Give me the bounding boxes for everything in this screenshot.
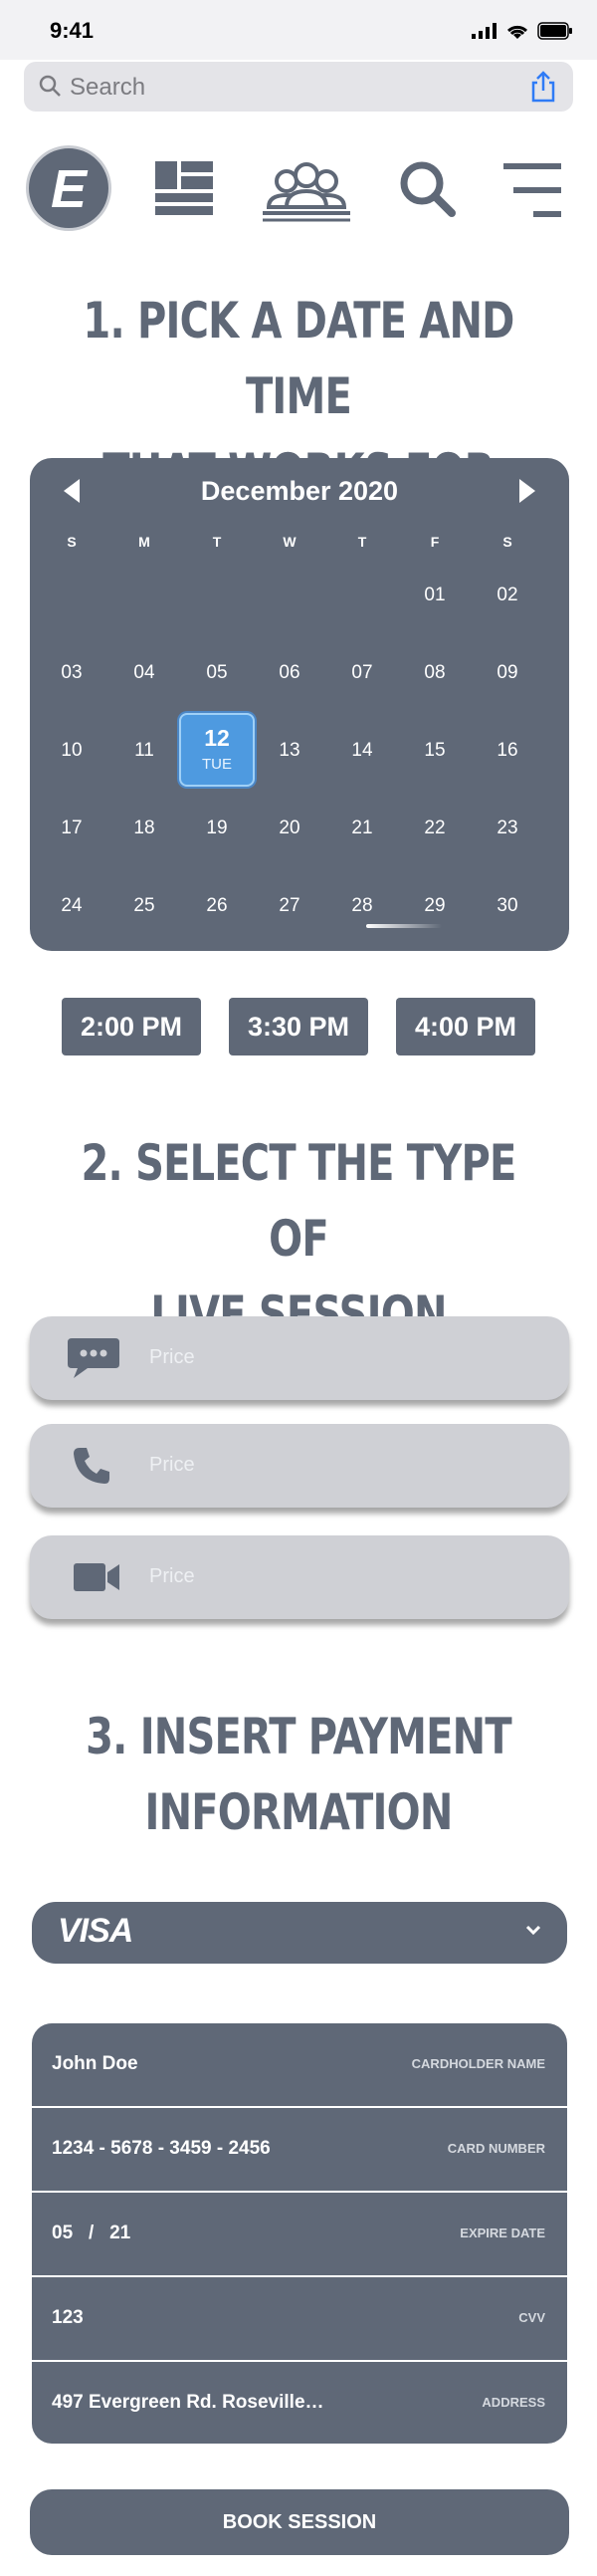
address-label: ADDRESS [482, 2395, 545, 2410]
time-slot-button[interactable]: 4:00 PM [396, 998, 535, 1055]
menu-icon[interactable] [503, 163, 561, 217]
calendar-day[interactable]: 02 [478, 585, 537, 606]
address-field[interactable]: 497 Evergreen Rd. Roseville… ADDRESS [32, 2362, 567, 2444]
video-camera-icon [74, 1563, 119, 1591]
calendar-day[interactable]: 08 [405, 662, 465, 684]
calendar-day[interactable]: 21 [332, 818, 392, 839]
calendar-day[interactable]: 13 [260, 740, 319, 762]
status-bar: 9:41 Search [0, 0, 597, 112]
calendar-scroll-indicator [366, 924, 442, 928]
section-1-line-1: 1. PICK A DATE AND TIME [83, 292, 514, 425]
section-3-line-2: INFORMATION [144, 1783, 454, 1841]
logo[interactable]: E [26, 145, 111, 231]
session-option-chat[interactable]: Price [30, 1316, 569, 1400]
calendar-day[interactable]: 09 [478, 662, 537, 684]
selected-day-number: 12 [204, 725, 230, 751]
wifi-icon [506, 25, 528, 39]
chat-bubble-icon [68, 1338, 119, 1378]
calendar-month: December 2020 [200, 476, 399, 506]
next-month-icon[interactable] [511, 476, 541, 506]
calendar-day[interactable]: 04 [114, 662, 174, 684]
calendar-day[interactable]: 01 [405, 585, 465, 606]
calendar-day[interactable]: 20 [260, 818, 319, 839]
session-price: Price [149, 1454, 195, 1476]
session-price: Price [149, 1346, 195, 1368]
calendar-day[interactable]: 15 [405, 740, 465, 762]
search-icon [39, 75, 61, 97]
weekday-label: W [283, 534, 297, 550]
calendar-day[interactable]: 25 [114, 895, 174, 917]
search-placeholder: Search [70, 74, 146, 101]
selected-day-name: TUE [202, 756, 232, 773]
calendar-day[interactable]: 26 [187, 895, 247, 917]
logo-letter: E [50, 159, 88, 219]
section-2-line-1: 2. SELECT THE TYPE OF [81, 1134, 517, 1268]
search-nav-icon[interactable] [398, 159, 458, 219]
people-group-icon[interactable] [261, 161, 352, 223]
status-time: 9:41 [50, 18, 95, 43]
card-number-field[interactable]: 1234 - 5678 - 3459 - 2456 CARD NUMBER [32, 2108, 567, 2193]
section-3-line-1: 3. INSERT PAYMENT [86, 1708, 511, 1765]
calendar-day[interactable]: 17 [42, 818, 101, 839]
chevron-down-icon [525, 1925, 541, 1936]
browser-search-bar[interactable]: Search [24, 62, 573, 112]
expire-date-field[interactable]: 05 / 21 EXPIRE DATE [32, 2193, 567, 2277]
weekday-label: S [67, 534, 77, 550]
calendar-day[interactable]: 18 [114, 818, 174, 839]
expire-date-label: EXPIRE DATE [460, 2225, 545, 2240]
address-value: 497 Evergreen Rd. Roseville… [52, 2392, 324, 2413]
calendar-day[interactable]: 06 [260, 662, 319, 684]
cvv-field[interactable]: 123 CVV [32, 2277, 567, 2362]
calendar-day[interactable]: 30 [478, 895, 537, 917]
section-3-heading: 3. INSERT PAYMENT INFORMATION [60, 1699, 537, 1850]
calendar-day[interactable]: 10 [42, 740, 101, 762]
calendar-day[interactable]: 24 [42, 895, 101, 917]
cardholder-name-label: CARDHOLDER NAME [411, 2056, 545, 2071]
card-type-select[interactable]: VISA [32, 1902, 567, 1964]
book-session-button[interactable]: BOOK SESSION [30, 2489, 569, 2555]
weekday-label: T [212, 534, 222, 550]
calendar-day[interactable]: 16 [478, 740, 537, 762]
card-number-value: 1234 - 5678 - 3459 - 2456 [52, 2138, 271, 2159]
calendar-day[interactable]: 22 [405, 818, 465, 839]
calendar-day[interactable]: 29 [405, 895, 465, 917]
weekday-label: M [138, 534, 150, 550]
time-slot-button[interactable]: 3:30 PM [229, 998, 368, 1055]
status-icons [472, 22, 573, 40]
calendar-day[interactable]: 14 [332, 740, 392, 762]
card-brand: VISA [58, 1912, 133, 1950]
share-icon[interactable] [527, 70, 559, 104]
signal-icon [472, 23, 497, 39]
cardholder-name-field[interactable]: John Doe CARDHOLDER NAME [32, 2023, 567, 2108]
calendar-day[interactable]: 11 [114, 740, 174, 762]
calendar-day-selected[interactable]: 12 TUE [179, 713, 255, 787]
calendar: December 2020 S M T W T F S 01 02 03 04 05 06 07 08 09… [30, 458, 569, 951]
weekday-label: T [357, 534, 367, 550]
cardholder-name-value: John Doe [52, 2053, 138, 2074]
session-option-phone[interactable]: Price [30, 1424, 569, 1508]
expire-date-value: 05 / 21 [52, 2223, 131, 2243]
payment-form: John Doe CARDHOLDER NAME 1234 - 5678 - 3… [32, 2023, 567, 2444]
battery-icon [537, 22, 572, 40]
cvv-label: CVV [518, 2310, 545, 2325]
calendar-day[interactable]: 19 [187, 818, 247, 839]
time-slot-button[interactable]: 2:00 PM [62, 998, 201, 1055]
session-option-video[interactable]: Price [30, 1535, 569, 1619]
phone-icon [74, 1448, 109, 1484]
app-navigation: E [0, 129, 597, 249]
calendar-day[interactable]: 27 [260, 895, 319, 917]
calendar-day[interactable]: 05 [187, 662, 247, 684]
calendar-day[interactable]: 23 [478, 818, 537, 839]
session-price: Price [149, 1565, 195, 1587]
card-number-label: CARD NUMBER [447, 2141, 545, 2156]
calendar-day[interactable]: 07 [332, 662, 392, 684]
calendar-day[interactable]: 28 [332, 895, 392, 917]
weekday-label: F [430, 534, 440, 550]
weekday-label: S [502, 534, 512, 550]
list-layout-icon[interactable] [155, 161, 213, 217]
calendar-day[interactable]: 03 [42, 662, 101, 684]
cvv-value: 123 [52, 2307, 84, 2328]
